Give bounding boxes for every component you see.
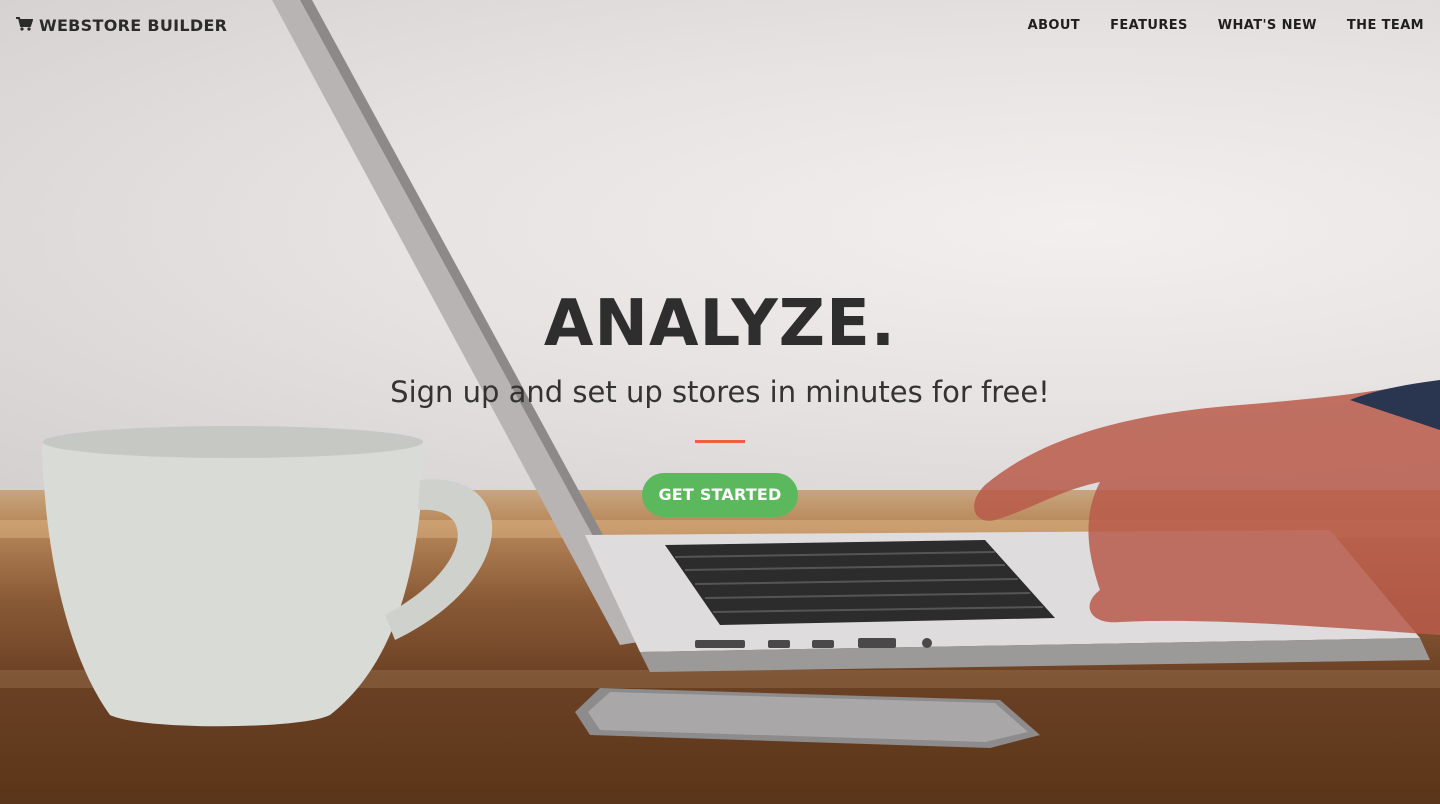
nav-link-whats-new[interactable]: WHAT'S NEW [1218,18,1317,33]
brand-name: WEBSTORE BUILDER [39,15,228,35]
shopping-cart-icon [16,16,34,35]
nav-link-features[interactable]: FEATURES [1110,18,1188,33]
nav-link-the-team[interactable]: THE TEAM [1347,18,1424,33]
get-started-button[interactable]: GET STARTED [642,473,798,517]
top-navbar: WEBSTORE BUILDER ABOUT FEATURES WHAT'S N… [0,0,1440,50]
hero-section: WEBSTORE BUILDER ABOUT FEATURES WHAT'S N… [0,0,1440,804]
nav-links: ABOUT FEATURES WHAT'S NEW THE TEAM [1028,18,1424,33]
nav-link-about[interactable]: ABOUT [1028,18,1080,33]
hero-headline: ANALYZE. [543,287,897,361]
hero-subheadline: Sign up and set up stores in minutes for… [390,375,1050,409]
accent-divider [695,440,745,443]
brand-link[interactable]: WEBSTORE BUILDER [16,16,227,35]
hero-content: ANALYZE. Sign up and set up stores in mi… [0,280,1440,517]
